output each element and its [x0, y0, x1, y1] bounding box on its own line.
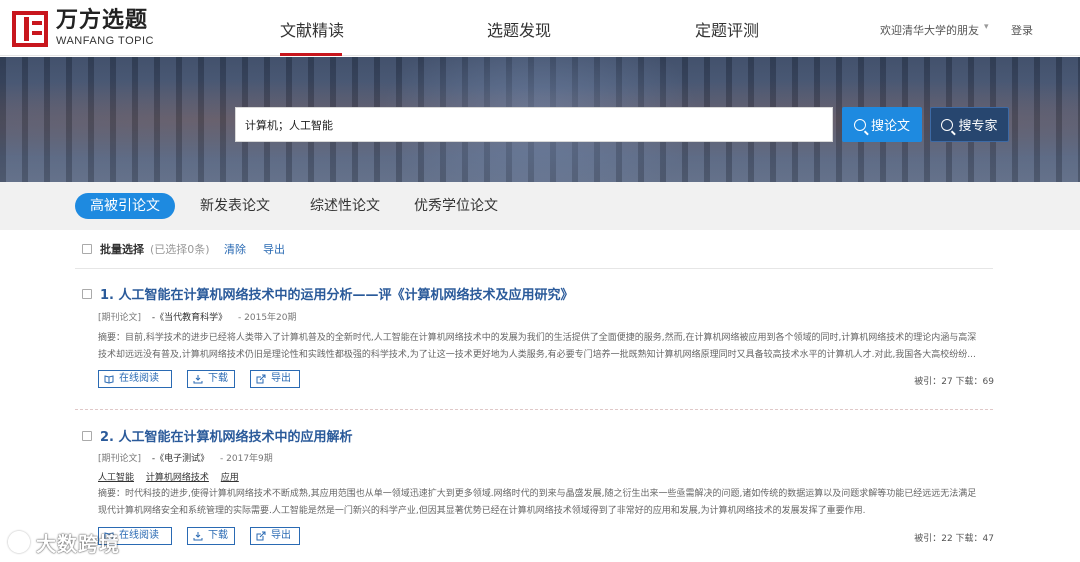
download-icon	[193, 375, 203, 384]
read-online-button[interactable]: 在线阅读	[98, 370, 172, 388]
keyword-link[interactable]: 人工智能	[98, 473, 134, 483]
result-checkbox[interactable]	[82, 289, 92, 299]
login-link[interactable]: 登录	[1011, 22, 1033, 38]
divider	[75, 409, 993, 410]
chevron-down-icon[interactable]: ▾	[984, 22, 989, 32]
tab-excellent-theses[interactable]: 优秀学位论文	[414, 193, 498, 219]
tab-newly-published[interactable]: 新发表论文	[200, 193, 270, 219]
download-label: 下载	[208, 530, 228, 541]
result-date: - 2017年9期	[220, 454, 273, 464]
result-source[interactable]: -《电子测试》	[152, 454, 209, 464]
download-button[interactable]: 下载	[187, 370, 235, 388]
brand-name-cn: 万方选题	[56, 8, 149, 33]
search-box	[235, 107, 833, 142]
paper-type-tabs: 高被引论文 新发表论文 综述性论文 优秀学位论文	[0, 182, 1080, 230]
batch-export-link[interactable]: 导出	[263, 241, 285, 257]
result-checkbox[interactable]	[82, 431, 92, 441]
export-icon	[256, 531, 266, 541]
export-icon	[256, 374, 266, 384]
book-icon	[104, 375, 114, 384]
download-button[interactable]: 下载	[187, 527, 235, 545]
nav-item-topic-evaluation[interactable]: 定题评测	[695, 17, 759, 41]
read-online-label: 在线阅读	[119, 530, 159, 541]
result-title[interactable]: 2. 人工智能在计算机网络技术中的应用解析	[100, 426, 353, 445]
nav-item-literature-reading[interactable]: 文献精读	[280, 17, 344, 41]
export-button[interactable]: 导出	[250, 370, 300, 388]
search-icon	[941, 118, 954, 131]
search-experts-label: 搜专家	[958, 119, 998, 134]
brand-name-en: WANFANG TOPIC	[56, 35, 154, 47]
logo-mark-icon	[12, 10, 48, 47]
result-source[interactable]: -《当代教育科学》	[152, 313, 227, 323]
batch-select-label: 批量选择	[100, 243, 144, 256]
keyword-link[interactable]: 应用	[221, 473, 239, 483]
tab-review-papers[interactable]: 综述性论文	[310, 193, 380, 219]
export-label: 导出	[271, 530, 291, 541]
selected-count: (已选择0条)	[150, 243, 210, 256]
watermark-text: 大数跨境	[36, 531, 120, 556]
result-item: 1. 人工智能在计算机网络技术中的运用分析——评《计算机网络技术及应用研究》 […	[82, 284, 994, 394]
search-icon	[853, 118, 866, 131]
result-type: [期刊论文]	[98, 313, 142, 323]
nav-item-topic-discovery[interactable]: 选题发现	[487, 17, 551, 41]
clear-selection-link[interactable]: 清除	[224, 241, 246, 257]
read-online-label: 在线阅读	[119, 373, 159, 384]
nav-active-indicator	[280, 53, 342, 56]
result-keywords: 人工智能 计算机网络技术 应用	[98, 470, 248, 483]
brand-logo[interactable]: 万方选题 WANFANG TOPIC	[12, 10, 154, 47]
download-icon	[193, 532, 203, 541]
watermark-logo-icon	[8, 531, 30, 553]
result-type: [期刊论文]	[98, 454, 142, 464]
divider	[75, 268, 993, 269]
result-stats: 被引：22 下载：47	[914, 534, 994, 544]
search-experts-button[interactable]: 搜专家	[930, 107, 1009, 142]
search-papers-button[interactable]: 搜论文	[842, 107, 922, 142]
watermark: 大数跨境	[8, 527, 120, 557]
abstract-line: 现代计算机网络安全和系统管理的实际需要.人工智能是然是一门新兴的科学产业,但因其…	[98, 506, 866, 516]
top-header: 万方选题 WANFANG TOPIC 文献精读 选题发现 定题评测 欢迎清华大学…	[0, 0, 1080, 56]
search-input[interactable]	[236, 108, 832, 141]
search-papers-label: 搜论文	[870, 119, 910, 134]
export-button[interactable]: 导出	[250, 527, 300, 545]
export-label: 导出	[271, 373, 291, 384]
result-title[interactable]: 1. 人工智能在计算机网络技术中的运用分析——评《计算机网络技术及应用研究》	[100, 284, 574, 303]
result-stats: 被引：27 下载：69	[914, 377, 994, 387]
abstract-line: 摘要：目前,科学技术的进步已经将人类带入了计算机普及的全新时代,人工智能在计算机…	[98, 333, 977, 343]
result-item: 2. 人工智能在计算机网络技术中的应用解析 [期刊论文] -《电子测试》 - 2…	[82, 426, 994, 551]
result-meta: [期刊论文] -《当代教育科学》 - 2015年20期	[98, 310, 297, 323]
result-abstract: 摘要：时代科技的进步,使得计算机网络技术不断成熟,其应用范围也从单一领域迅速扩大…	[98, 486, 992, 520]
abstract-line: 技术却远远没有普及,计算机网络技术仍旧是理论性和实践性都极强的科学技术,为了让这…	[98, 350, 976, 360]
select-all-checkbox[interactable]	[82, 244, 92, 254]
tab-highly-cited[interactable]: 高被引论文	[75, 193, 175, 219]
abstract-line: 摘要：时代科技的进步,使得计算机网络技术不断成熟,其应用范围也从单一领域迅速扩大…	[98, 489, 977, 499]
result-abstract: 摘要：目前,科学技术的进步已经将人类带入了计算机普及的全新时代,人工智能在计算机…	[98, 330, 992, 364]
result-meta: [期刊论文] -《电子测试》 - 2017年9期	[98, 451, 273, 464]
result-date: - 2015年20期	[238, 313, 297, 323]
download-label: 下载	[208, 373, 228, 384]
welcome-text: 欢迎清华大学的朋友	[880, 24, 979, 37]
keyword-link[interactable]: 计算机网络技术	[146, 473, 209, 483]
